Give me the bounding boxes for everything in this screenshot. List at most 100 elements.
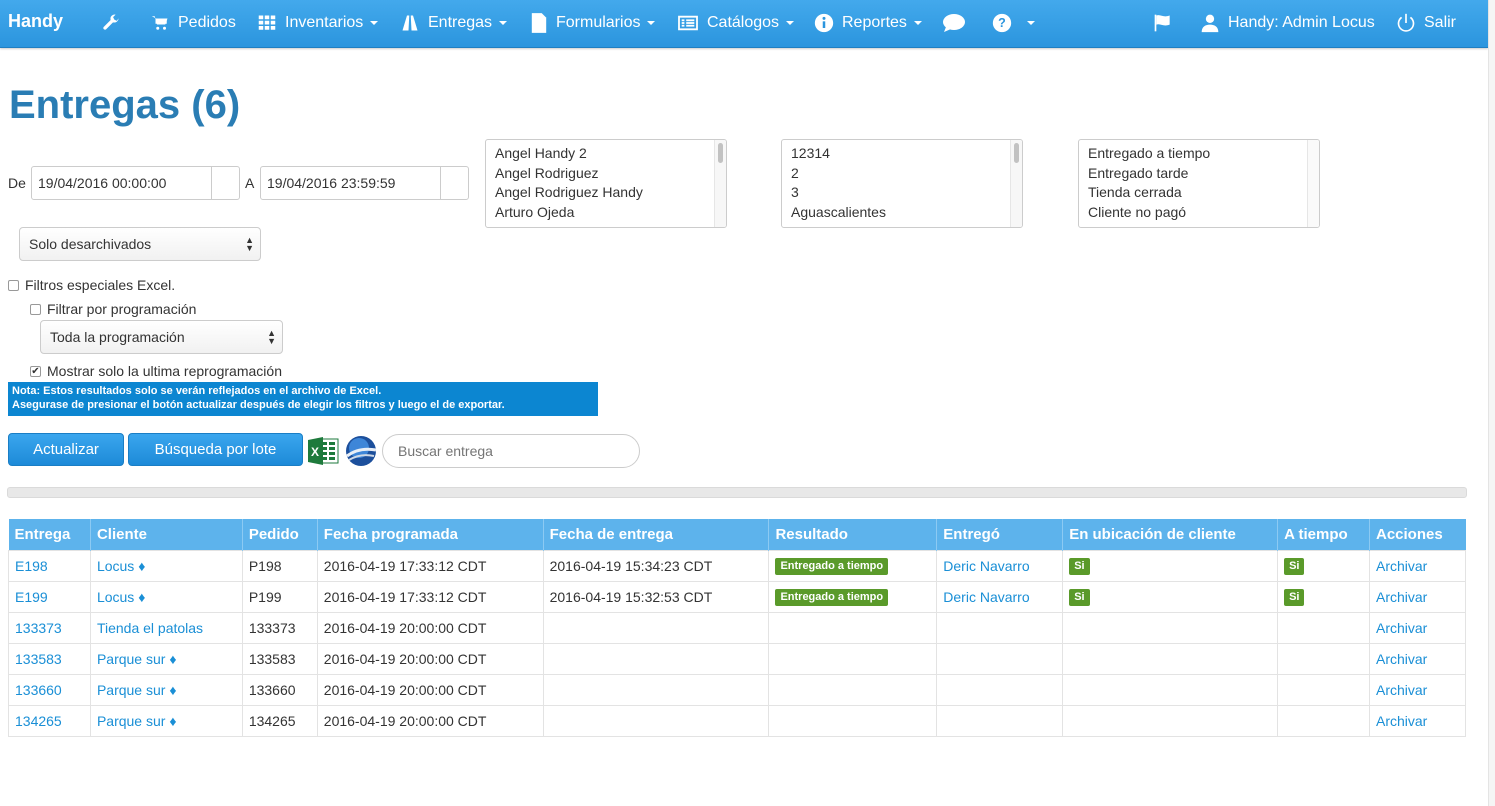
note-line-2: Asegurase de presionar el botón actualiz… — [12, 399, 505, 411]
client-link[interactable]: Tienda el patolas — [97, 620, 203, 636]
results-listbox[interactable]: Entregado a tiempo Entregado tarde Tiend… — [1078, 139, 1320, 228]
last-reschedule-label: Mostrar solo la ultima reprogramación — [47, 363, 282, 379]
at-location-cell — [1062, 704, 1279, 737]
nav-reportes[interactable]: Reportes — [814, 0, 922, 46]
nav-catalogos[interactable]: Catálogos — [677, 0, 795, 46]
checkbox-box[interactable] — [30, 303, 41, 315]
delivered-cell — [542, 611, 770, 644]
archive-link[interactable]: Archivar — [1376, 589, 1427, 605]
column-header[interactable]: Entrega — [8, 519, 91, 550]
delivered-cell — [542, 704, 770, 737]
calendar-addon[interactable] — [440, 167, 468, 199]
nav-help[interactable]: ? — [992, 0, 1035, 46]
filter-schedule-checkbox[interactable]: Filtrar por programación — [30, 301, 196, 317]
flag-icon[interactable] — [1152, 0, 1182, 46]
list-option[interactable]: Angel Handy 2 — [495, 144, 717, 164]
schedule-select[interactable]: Toda la programación ▲ ▼ — [40, 320, 283, 354]
column-header[interactable]: Pedido — [242, 519, 318, 550]
deliverer-link[interactable]: Deric Navarro — [943, 589, 1029, 605]
nav-pedidos[interactable]: Pedidos — [150, 0, 236, 46]
listbox-scrollbar[interactable] — [1307, 140, 1319, 227]
batch-search-button[interactable]: Búsqueda por lote — [128, 433, 303, 466]
list-option[interactable]: 12314 — [791, 144, 1013, 164]
search-input[interactable] — [382, 434, 640, 468]
checkbox-box-checked[interactable]: ✔ — [30, 365, 41, 377]
listbox-scrollbar[interactable] — [714, 140, 726, 227]
comment-icon[interactable] — [942, 0, 974, 46]
excel-note: Nota: Estos resultados solo se verán ref… — [8, 382, 598, 416]
chevron-down-icon — [499, 21, 508, 25]
list-option[interactable]: Entregado tarde — [1088, 164, 1310, 184]
column-header[interactable]: Fecha programada — [317, 519, 544, 550]
scheduled-cell: 2016-04-19 20:00:00 CDT — [316, 611, 544, 644]
to-date-input[interactable]: 19/04/2016 23:59:59 — [260, 166, 469, 200]
nav-user[interactable]: Handy: Admin Locus — [1200, 0, 1375, 46]
column-header[interactable]: En ubicación de cliente — [1062, 519, 1279, 550]
clients-listbox[interactable]: 12314 2 3 Aguascalientes — [781, 139, 1023, 228]
users-listbox[interactable]: Angel Handy 2 Angel Rodriguez Angel Rodr… — [485, 139, 727, 228]
delivery-id-link[interactable]: 133373 — [15, 620, 62, 636]
list-option[interactable]: Cliente no pagó — [1088, 203, 1310, 223]
scheduled-cell: 2016-04-19 17:33:12 CDT — [316, 580, 544, 613]
wrench-icon[interactable] — [100, 0, 130, 46]
list-option[interactable]: Angel Rodriguez Handy — [495, 183, 717, 203]
list-option[interactable]: Angel Rodriguez — [495, 164, 717, 184]
delivery-id-link[interactable]: 133583 — [15, 651, 62, 667]
from-date-input[interactable]: 19/04/2016 00:00:00 — [31, 166, 240, 200]
delivery-id-link[interactable]: E198 — [15, 558, 48, 574]
nav-logout[interactable]: Salir — [1396, 0, 1456, 46]
top-navbar: Handy Pedidos Inventarios Entregas Formu… — [0, 0, 1488, 48]
table-row: 133660 Parque sur ♦ 133660 2016-04-19 20… — [8, 673, 1466, 706]
column-header[interactable]: A tiempo — [1277, 519, 1370, 550]
google-earth-icon[interactable] — [344, 434, 378, 468]
last-reschedule-checkbox[interactable]: ✔ Mostrar solo la ultima reprogramación — [30, 363, 282, 379]
column-header[interactable]: Cliente — [90, 519, 243, 550]
excel-export-icon[interactable]: X — [307, 436, 339, 466]
delivered-cell: 2016-04-19 15:34:23 CDT — [542, 549, 770, 582]
nav-entregas[interactable]: Entregas — [400, 0, 508, 46]
archive-link[interactable]: Archivar — [1376, 558, 1427, 574]
listbox-scrollbar[interactable] — [1010, 140, 1022, 227]
update-button[interactable]: Actualizar — [8, 433, 124, 466]
list-option[interactable]: Entregado a tiempo — [1088, 144, 1310, 164]
calendar-addon[interactable] — [211, 167, 239, 199]
client-link[interactable]: Parque sur ♦ — [97, 713, 177, 729]
list-option[interactable]: 3 — [791, 183, 1013, 203]
delivery-id-link[interactable]: 134265 — [15, 713, 62, 729]
scheduled-cell: 2016-04-19 20:00:00 CDT — [316, 642, 544, 675]
delivery-id-link[interactable]: E199 — [15, 589, 48, 605]
list-option[interactable]: 2 — [791, 164, 1013, 184]
list-option[interactable]: Arturo Ojeda — [495, 203, 717, 223]
client-link[interactable]: Locus ♦ — [97, 589, 145, 605]
page-title: Entregas (6) — [9, 83, 241, 127]
checkbox-box[interactable] — [8, 279, 19, 291]
column-header[interactable]: Acciones — [1369, 519, 1466, 550]
to-date-value: 19/04/2016 23:59:59 — [267, 175, 396, 191]
client-link[interactable]: Locus ♦ — [97, 558, 145, 574]
archive-select[interactable]: Solo desarchivados ▲ ▼ — [19, 227, 261, 261]
archive-link[interactable]: Archivar — [1376, 682, 1427, 698]
archive-link[interactable]: Archivar — [1376, 651, 1427, 667]
nav-formularios[interactable]: Formularios — [530, 0, 656, 46]
updown-arrows-icon: ▲ ▼ — [267, 328, 276, 346]
list-option[interactable]: Aguascalientes — [791, 203, 1013, 223]
svg-text:?: ? — [998, 16, 1006, 30]
nav-formularios-label: Formularios — [556, 14, 641, 31]
deliverer-link[interactable]: Deric Navarro — [943, 558, 1029, 574]
brand-logo[interactable]: Handy — [8, 0, 63, 44]
column-header[interactable]: Resultado — [768, 519, 938, 550]
archive-link[interactable]: Archivar — [1376, 713, 1427, 729]
client-link[interactable]: Parque sur ♦ — [97, 682, 177, 698]
archive-link[interactable]: Archivar — [1376, 620, 1427, 636]
table-row: 133373 Tienda el patolas 133373 2016-04-… — [8, 611, 1466, 644]
page-scrollbar[interactable] — [1488, 0, 1495, 806]
column-header[interactable]: Fecha de entrega — [543, 519, 770, 550]
nav-inventarios[interactable]: Inventarios — [257, 0, 379, 46]
delivery-id-link[interactable]: 133660 — [15, 682, 62, 698]
excel-special-filters-checkbox[interactable]: Filtros especiales Excel. — [8, 277, 175, 293]
column-header[interactable]: Entregó — [936, 519, 1064, 550]
list-option[interactable]: Tienda cerrada — [1088, 183, 1310, 203]
result-cell — [768, 611, 938, 644]
grid-icon — [258, 15, 276, 30]
client-link[interactable]: Parque sur ♦ — [97, 651, 177, 667]
